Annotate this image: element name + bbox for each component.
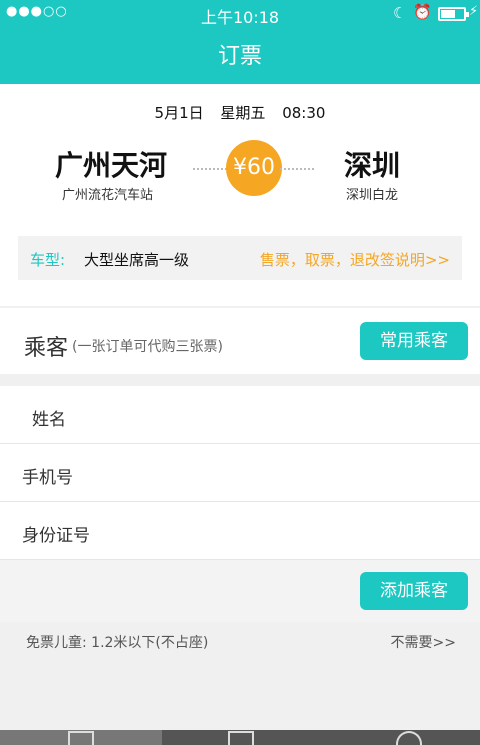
passenger-form: 姓名 手机号 身份证号: [0, 386, 480, 560]
top-bar: ●●●○○ 上午10:18 ☾ ⏰ ⚡ 订票: [0, 0, 480, 84]
status-bar: ●●●○○ 上午10:18 ☾ ⏰ ⚡: [0, 0, 480, 28]
name-label: 姓名: [32, 410, 66, 430]
departure-time: 08:30: [282, 104, 326, 122]
home-icon: [68, 731, 94, 745]
trip-card: 5月1日 星期五 08:30 广州天河 广州流花汽车站 ¥60 深圳 深圳白龙 …: [0, 84, 480, 306]
from-station: 广州流花汽车站: [62, 188, 154, 203]
status-time: 上午10:18: [200, 8, 280, 27]
child-ticket-text: 免票儿童: 1.2米以下(不占座): [26, 635, 209, 651]
phone-field[interactable]: 手机号: [0, 444, 480, 502]
from-city: 广州天河: [55, 149, 168, 182]
name-field[interactable]: 姓名: [0, 386, 480, 444]
ticket-policy-link[interactable]: 售票，取票，退改签说明>>: [260, 249, 450, 270]
departure-weekday: 星期五: [220, 104, 266, 122]
add-passenger-section: 添加乘客: [0, 560, 480, 622]
tab-bar: [0, 730, 480, 745]
departure-date: 5月1日: [154, 104, 204, 122]
charging-icon: ⚡: [469, 4, 479, 19]
ticket-icon[interactable]: [228, 731, 254, 745]
departure-datetime: 5月1日 星期五 08:30: [0, 102, 480, 123]
child-ticket-row[interactable]: 免票儿童: 1.2米以下(不占座) 不需要>>: [0, 622, 480, 658]
route-line-right: [280, 168, 314, 170]
moon-icon: ☾: [393, 4, 407, 22]
vehicle-type: 大型坐席高一级: [84, 251, 190, 269]
price-badge: ¥60: [226, 140, 282, 196]
vehicle-info: 车型: 大型坐席高一级 售票，取票，退改签说明>>: [18, 236, 462, 280]
alarm-icon: ⏰: [413, 3, 432, 21]
page-title: 订票: [217, 44, 262, 69]
profile-icon[interactable]: [396, 731, 422, 745]
phone-label: 手机号: [22, 468, 73, 488]
id-number-field[interactable]: 身份证号: [0, 502, 480, 560]
common-passengers-button[interactable]: 常用乘客: [360, 322, 468, 360]
passenger-title: 乘客: [24, 336, 69, 361]
tab-home[interactable]: [0, 730, 162, 745]
passenger-note: (一张订单可代购三张票): [72, 339, 223, 355]
add-passenger-button[interactable]: 添加乘客: [360, 572, 468, 610]
child-ticket-option[interactable]: 不需要>>: [391, 632, 456, 652]
vehicle-label: 车型:: [30, 251, 66, 269]
battery-icon: [438, 7, 469, 21]
id-number-label: 身份证号: [22, 526, 90, 546]
passenger-header: 乘客 (一张订单可代购三张票) 常用乘客: [0, 308, 480, 374]
to-station: 深圳白龙: [346, 188, 399, 203]
to-city: 深圳: [344, 149, 401, 182]
